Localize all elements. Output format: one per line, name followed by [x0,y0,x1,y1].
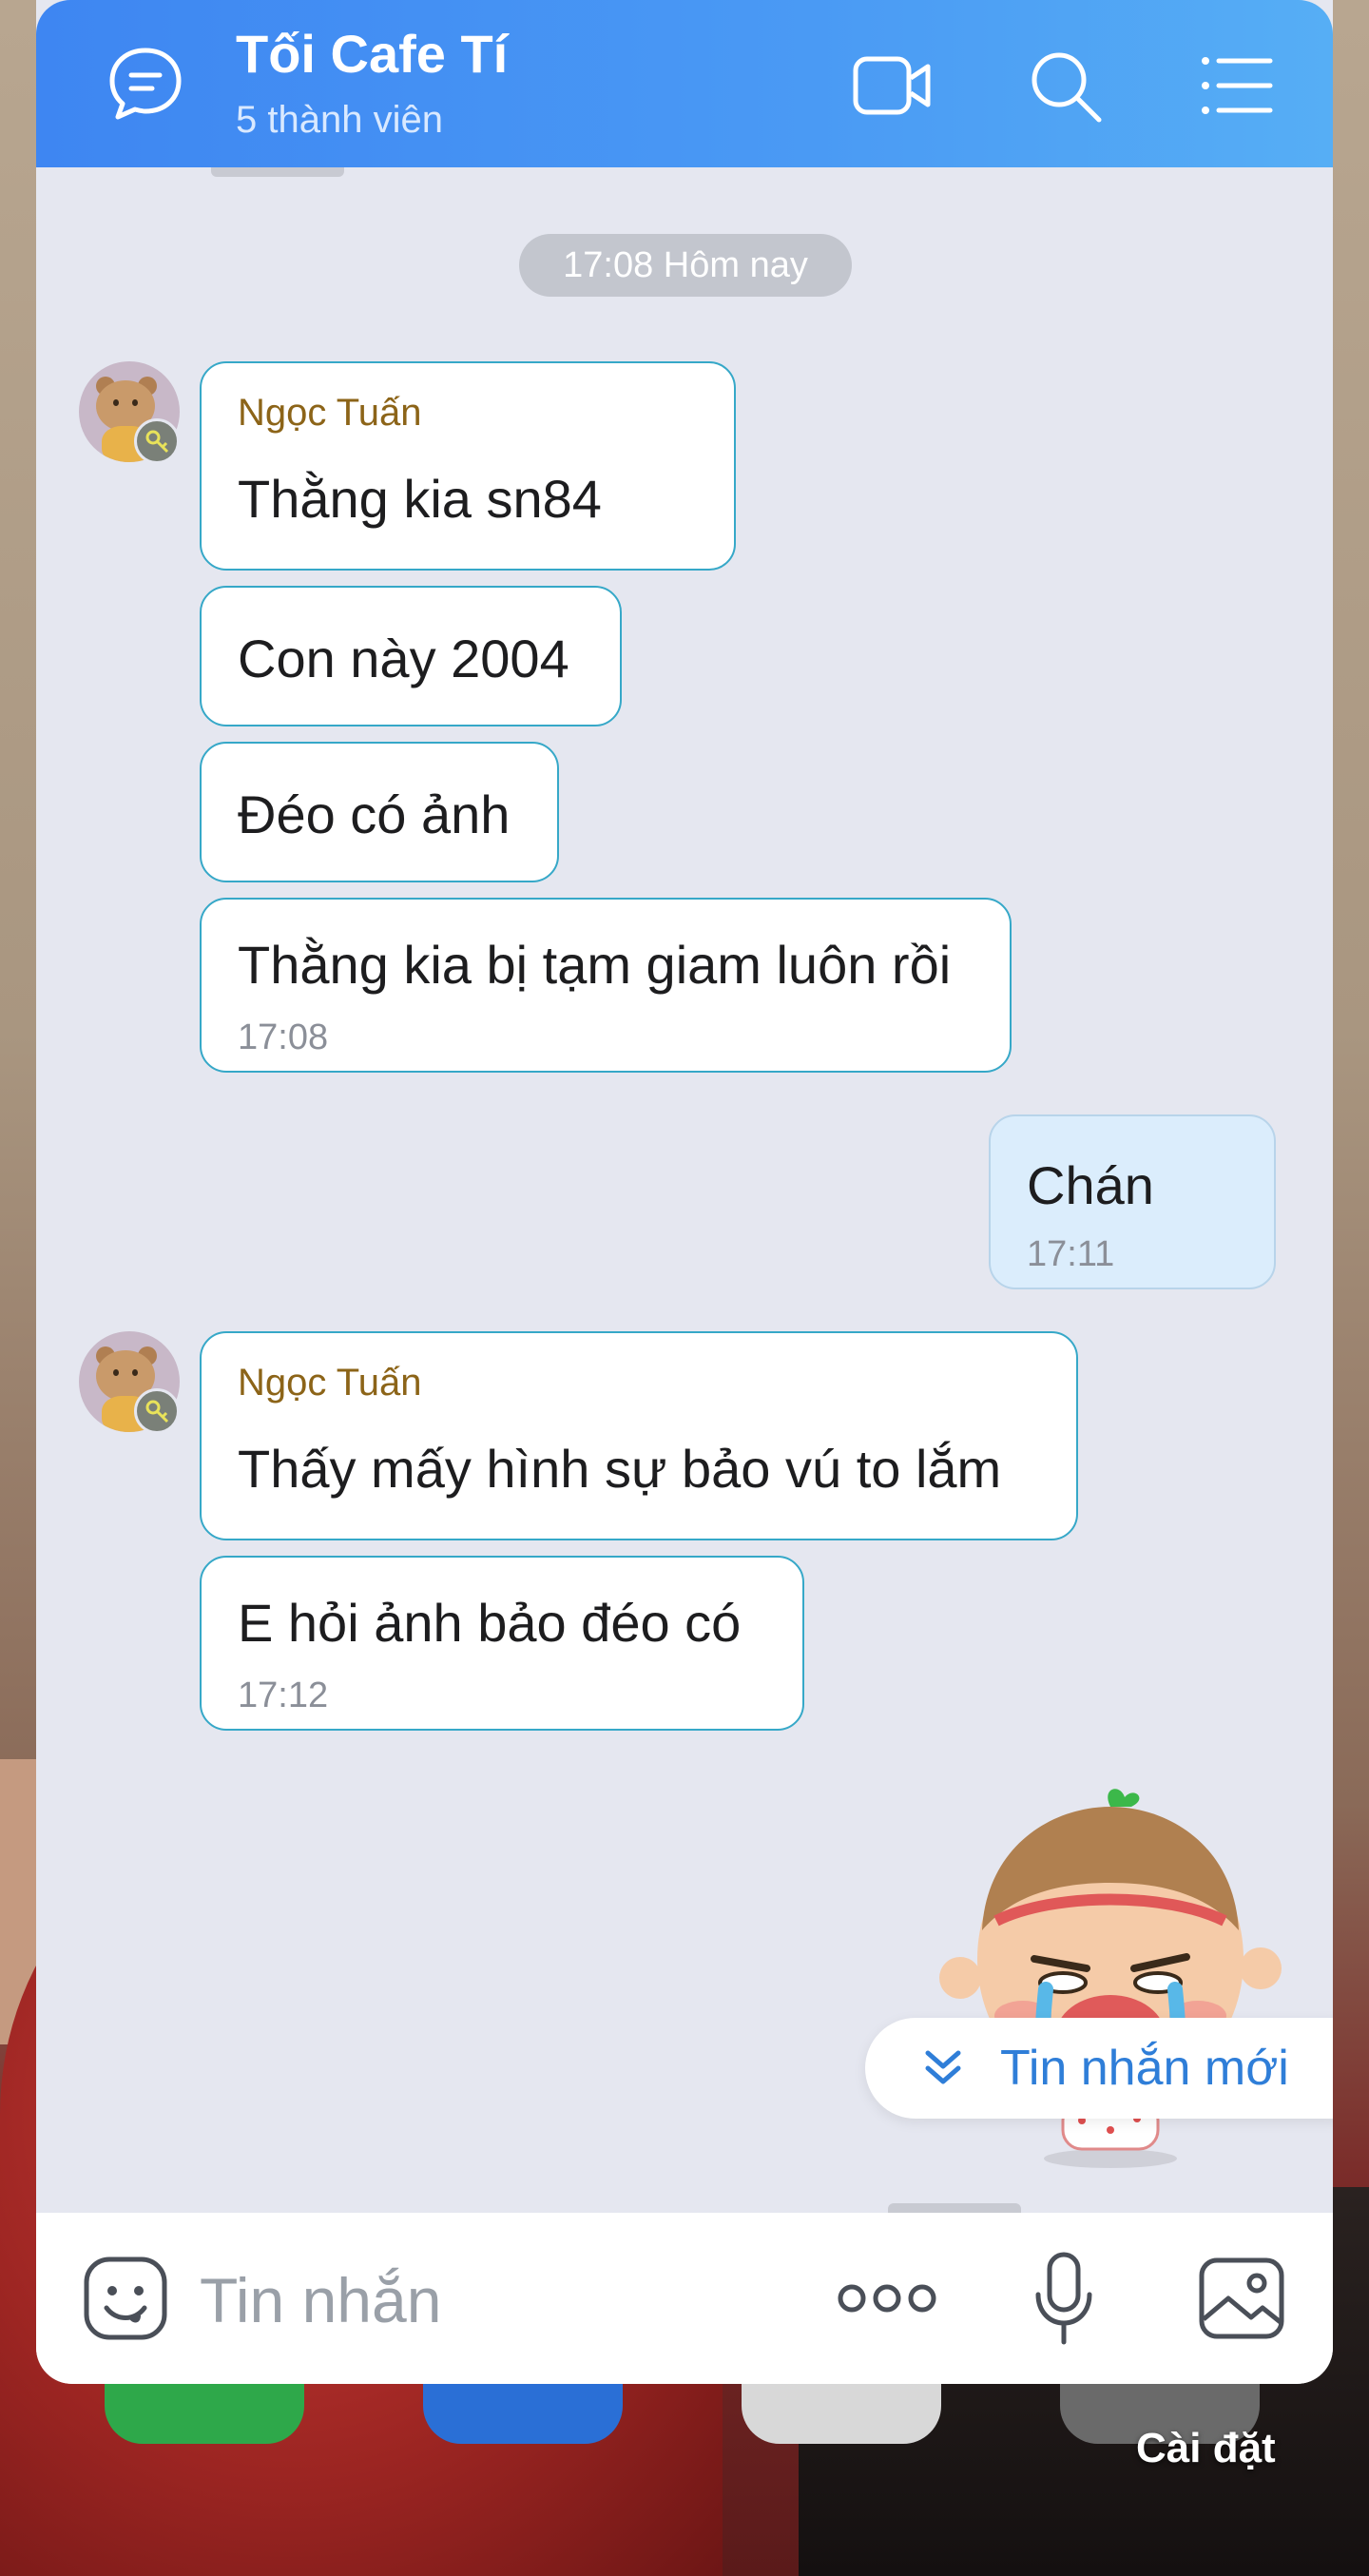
message-bubble[interactable]: Ngọc Tuấn Thấy mấy hình sự bảo vú to lắm [200,1331,1078,1540]
message-bubble[interactable]: Đéo có ảnh [200,742,559,882]
message-text: Chán [1027,1155,1154,1215]
message-time: 17:11 [1027,1234,1115,1274]
message-input[interactable] [200,2262,770,2338]
scroll-remnant [888,2203,1021,2213]
message-bubble[interactable]: Con này 2004 [200,586,622,726]
message-text: Đéo có ảnh [238,784,511,844]
chat-window: Tối Cafe Tí 5 thành viên 17:08 Hôm nay N… [36,0,1333,2384]
message-text: Thằng kia bị tạm giam luôn rồi [238,935,952,995]
message-input-bar [36,2213,1333,2384]
message-text: Con này 2004 [238,629,569,688]
sender-name: Ngọc Tuấn [238,392,422,434]
chat-bubble-icon[interactable] [105,43,186,125]
scroll-remnant [211,167,344,177]
date-separator: 17:08 Hôm nay [519,234,852,297]
search-icon[interactable] [1025,46,1105,126]
message-bubble[interactable]: Thằng kia bị tạm giam luôn rồi 17:08 [200,898,1012,1073]
message-text: Thấy mấy hình sự bảo vú to lắm [238,1439,1002,1499]
message-time: 17:12 [238,1675,329,1715]
settings-app-label[interactable]: Cài đặt [1136,2425,1276,2472]
microphone-icon[interactable] [1031,2251,1097,2346]
message-bubble[interactable]: E hỏi ảnh bảo đéo có 17:12 [200,1556,804,1731]
chat-title[interactable]: Tối Cafe Tí [236,23,508,85]
new-messages-button[interactable]: Tin nhắn mới [865,2018,1333,2119]
member-count[interactable]: 5 thành viên [236,99,443,142]
menu-list-icon[interactable] [1198,49,1274,122]
message-bubble[interactable]: Ngọc Tuấn Thằng kia sn84 [200,361,736,571]
chat-header: Tối Cafe Tí 5 thành viên [36,0,1333,167]
key-badge-icon [134,418,180,464]
new-messages-label: Tin nhắn mới [1000,2041,1289,2096]
message-text: E hỏi ảnh bảo đéo có [238,1593,742,1653]
sender-name: Ngọc Tuấn [238,1362,422,1404]
video-call-icon[interactable] [852,48,934,124]
double-chevron-down-icon [915,2040,972,2097]
key-badge-icon [134,1388,180,1434]
more-options-icon[interactable] [835,2270,939,2327]
message-time: 17:08 [238,1017,329,1057]
message-text: Thằng kia sn84 [238,469,602,529]
image-gallery-icon[interactable] [1198,2256,1285,2340]
my-message-bubble[interactable]: Chán 17:11 [989,1114,1276,1289]
emoji-sticker-icon[interactable] [82,2255,169,2342]
